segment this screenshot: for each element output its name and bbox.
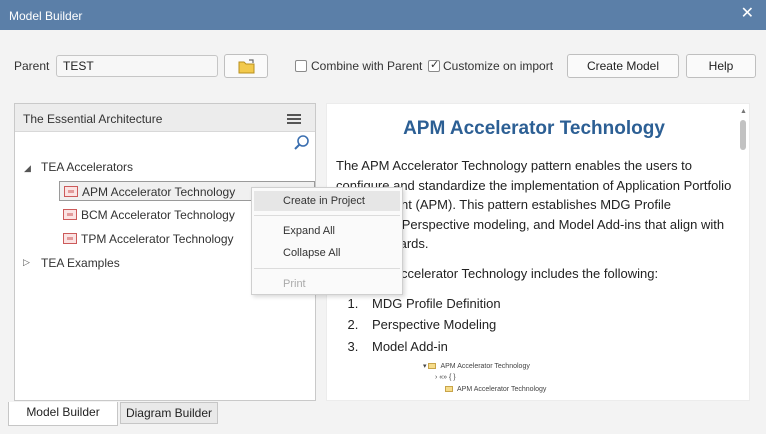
scroll-up-icon[interactable]: ▲ (740, 108, 747, 115)
tree-panel-header: The Essential Architecture (15, 104, 315, 132)
toolbar: Parent Combine with Parent ✓ Customize o… (0, 30, 766, 100)
list-item: MDG Profile Definition (362, 294, 736, 314)
customize-on-import-checkbox[interactable]: ✓ (428, 59, 440, 72)
menu-separator (254, 268, 400, 269)
menu-item-print: Print (283, 278, 306, 290)
context-menu: Create in Project Expand All Collapse Al… (251, 187, 403, 295)
collapsed-triangle-icon[interactable]: ▷ (23, 257, 30, 268)
list-item: Model Add-in (362, 337, 736, 357)
menu-separator (254, 215, 400, 216)
tree-panel-title: The Essential Architecture (23, 112, 163, 126)
preview-image: ▾ APM Accelerator Technology › «» { } AP… (423, 363, 547, 393)
tree-item-label: BCM Accelerator Technology (81, 208, 235, 222)
close-icon[interactable]: ✕ (741, 3, 754, 23)
tab-diagram-builder[interactable]: Diagram Builder (120, 402, 218, 424)
feature-list: MDG Profile Definition Perspective Model… (336, 294, 736, 357)
package-icon (63, 209, 77, 220)
preview-line: APM Accelerator Technology (440, 363, 530, 370)
help-button[interactable]: Help (686, 54, 756, 78)
package-icon (445, 386, 453, 393)
tree-item-label: TPM Accelerator Technology (81, 232, 234, 246)
menu-item-expand-all[interactable]: Expand All (254, 221, 400, 241)
package-icon (64, 186, 78, 197)
combine-with-parent-label: Combine with Parent (311, 59, 423, 73)
browse-folder-button[interactable] (224, 54, 268, 78)
combine-with-parent-checkbox[interactable] (295, 60, 307, 72)
tree-item-label: APM Accelerator Technology (82, 185, 236, 199)
folder-icon (428, 363, 437, 370)
menu-icon[interactable] (287, 114, 301, 124)
menu-item-create-in-project[interactable]: Create in Project (254, 191, 400, 211)
tree-node-tea-accelerators[interactable]: TEA Accelerators (41, 160, 133, 174)
tab-model-builder[interactable]: Model Builder (8, 402, 118, 426)
scrollbar-thumb[interactable] (740, 120, 746, 150)
bottom-tabs: Model Builder Diagram Builder (0, 402, 766, 434)
expanded-triangle-icon[interactable]: ◢ (24, 163, 31, 174)
create-model-button[interactable]: Create Model (567, 54, 679, 78)
preview-line: «» { } (439, 374, 456, 381)
checkmark-icon: ✓ (430, 59, 440, 71)
window-title: Model Builder (9, 9, 83, 23)
search-icon[interactable] (293, 134, 311, 152)
list-item: Perspective Modeling (362, 315, 736, 335)
folder-icon (238, 59, 255, 74)
preview-line: APM Accelerator Technology (457, 386, 547, 393)
tree-node-tea-examples[interactable]: TEA Examples (41, 256, 120, 270)
vertical-scrollbar[interactable]: ▲ (737, 104, 749, 400)
title-bar: Model Builder ✕ (0, 0, 766, 30)
package-icon (63, 233, 77, 244)
parent-label: Parent (14, 59, 50, 73)
customize-on-import-label: Customize on import (443, 59, 554, 73)
menu-item-collapse-all[interactable]: Collapse All (254, 243, 400, 263)
detail-title: APM Accelerator Technology (403, 118, 665, 139)
parent-input[interactable] (56, 55, 218, 77)
